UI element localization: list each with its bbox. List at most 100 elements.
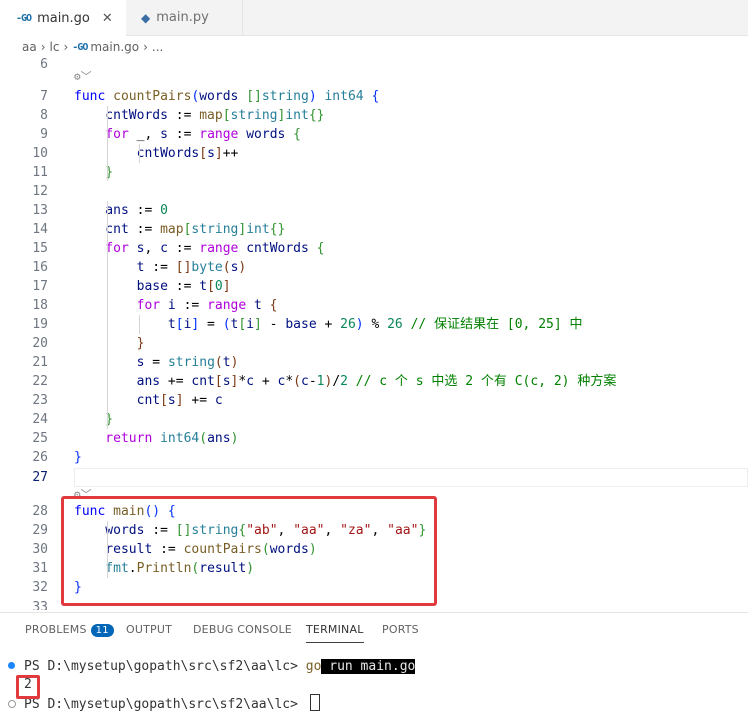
line-number: 13 [32, 203, 48, 218]
code-line[interactable]: 24 } [0, 410, 748, 429]
code-line[interactable]: 16 t := []byte(s) [0, 258, 748, 277]
terminal-prompt: PS D:\mysetup\gopath\src\sf2\aa\lc> [24, 697, 306, 712]
code-text: for s, c := range cntWords { [74, 241, 325, 256]
tab-ports[interactable]: PORTS [382, 623, 419, 636]
breadcrumb-item[interactable]: lc [50, 40, 60, 54]
panel-tab-bar: PROBLEMS 11 OUTPUT DEBUG CONSOLE TERMINAL… [0, 612, 748, 647]
code-line[interactable]: 22 ans += cnt[s]*c + c*(c-1)/2 // c 个 s … [0, 372, 748, 391]
code-line[interactable]: 21 s = string(t) [0, 353, 748, 372]
terminal-line: PS D:\mysetup\gopath\src\sf2\aa\lc> go r… [24, 657, 416, 676]
code-text: t[i] = (t[i] - base + 26) % 26 // 保证结果在 … [74, 317, 583, 332]
tab-main-py[interactable]: ◆ main.py [127, 0, 243, 35]
code-text: cntWords := map[string]int{} [74, 108, 325, 123]
code-text: for _, s := range words { [74, 127, 302, 142]
terminal-command: go [305, 659, 322, 674]
line-number: 24 [32, 412, 48, 427]
line-number: 16 [32, 260, 48, 275]
breadcrumb: aa › lc › -GO main.go › ... [0, 36, 748, 58]
python-file-icon: ◆ [141, 10, 151, 25]
line-number: 23 [32, 393, 48, 408]
code-line[interactable]: 6 [0, 58, 748, 74]
line-number: 33 [32, 600, 48, 610]
chevron-right-icon: › [40, 40, 46, 54]
code-line[interactable]: 25 return int64(ans) [0, 429, 748, 448]
chevron-right-icon: › [143, 40, 148, 54]
terminal[interactable]: PS D:\mysetup\gopath\src\sf2\aa\lc> go r… [0, 650, 748, 719]
tab-label: PROBLEMS [25, 623, 87, 636]
code-line[interactable]: 14 cnt := map[string]int{} [0, 220, 748, 239]
problems-count-badge: 11 [90, 624, 114, 637]
code-line[interactable]: 20 } [0, 334, 748, 353]
breadcrumb-item[interactable]: main.go [90, 40, 139, 54]
code-text: s = string(t) [74, 355, 239, 370]
line-number: 7 [40, 89, 48, 104]
codelens-gear-icon[interactable]: ⚙︎﹀ [74, 68, 92, 84]
code-line[interactable]: 10 cntWords[s]++ [0, 144, 748, 163]
line-number: 15 [32, 241, 48, 256]
line-number: 8 [40, 108, 48, 123]
tab-output[interactable]: OUTPUT [126, 623, 172, 636]
code-line[interactable]: 18 for i := range t { [0, 296, 748, 315]
code-text: ans += cnt[s]*c + c*(c-1)/2 // c 个 s 中选 … [74, 374, 617, 389]
code-line[interactable]: 19 t[i] = (t[i] - base + 26) % 26 // 保证结… [0, 315, 748, 334]
code-text: func countPairs(words []string) int64 { [74, 89, 380, 104]
go-file-icon: -GO [72, 41, 88, 53]
line-number: 31 [32, 561, 48, 576]
code-text: t := []byte(s) [74, 260, 247, 275]
line-number: 11 [32, 165, 48, 180]
terminal-line: PS D:\mysetup\gopath\src\sf2\aa\lc> [24, 694, 320, 713]
line-number: 32 [32, 580, 48, 595]
line-number: 18 [32, 298, 48, 313]
code-text: cnt := map[string]int{} [74, 222, 286, 237]
breadcrumb-item[interactable]: ... [152, 40, 163, 54]
line-number: 27 [32, 470, 48, 485]
indent-guide [107, 201, 108, 429]
line-number: 22 [32, 374, 48, 389]
line-number: 14 [32, 222, 48, 237]
line-number: 19 [32, 317, 48, 332]
line-number: 20 [32, 336, 48, 351]
code-text: cntWords[s]++ [74, 146, 239, 161]
indent-guide [139, 315, 140, 334]
line-number: 30 [32, 542, 48, 557]
code-line[interactable]: 7 func countPairs(words []string) int64 { [0, 87, 748, 106]
terminal-cursor [309, 694, 320, 711]
code-text: base := t[0] [74, 279, 231, 294]
line-number: 21 [32, 355, 48, 370]
close-icon[interactable]: ✕ [102, 11, 113, 26]
line-number: 9 [40, 127, 48, 142]
line-number: 28 [32, 504, 48, 519]
tab-problems[interactable]: PROBLEMS 11 [25, 623, 114, 637]
editor-tab-bar: -GO main.go ✕ ◆ main.py [0, 0, 748, 36]
highlight-box-main-func [61, 496, 437, 606]
tab-main-go[interactable]: -GO main.go ✕ [0, 0, 126, 36]
tab-terminal[interactable]: TERMINAL [306, 623, 364, 643]
code-line[interactable]: 17 base := t[0] [0, 277, 748, 296]
code-text: return int64(ans) [74, 431, 239, 446]
code-line[interactable]: 15 for s, c := range cntWords { [0, 239, 748, 258]
tab-debug-console[interactable]: DEBUG CONSOLE [193, 623, 292, 636]
code-line[interactable]: 13 ans := 0 [0, 201, 748, 220]
breadcrumb-item[interactable]: aa [22, 40, 37, 54]
code-text: for i := range t { [74, 298, 278, 313]
code-text: } [74, 450, 82, 465]
indent-guide [107, 106, 108, 181]
code-line[interactable]: 23 cnt[s] += c [0, 391, 748, 410]
line-number: 10 [32, 146, 48, 161]
tab-label: main.py [156, 10, 209, 25]
current-line-highlight [74, 468, 748, 487]
indent-guide [139, 144, 140, 163]
code-line[interactable]: 8 cntWords := map[string]int{} [0, 106, 748, 125]
code-line[interactable]: 27 [0, 468, 748, 487]
terminal-command-args: run main.go [321, 659, 416, 674]
line-number: 25 [32, 431, 48, 446]
code-line[interactable]: 12 [0, 182, 748, 201]
code-line[interactable]: 11 } [0, 163, 748, 182]
code-text: } [74, 336, 145, 351]
chevron-right-icon: › [63, 40, 69, 54]
code-line[interactable]: 26} [0, 448, 748, 467]
go-file-icon: -GO [16, 13, 32, 24]
command-pending-dot-icon [8, 700, 16, 708]
code-line[interactable]: 9 for _, s := range words { [0, 125, 748, 144]
tab-label: main.go [37, 11, 90, 26]
